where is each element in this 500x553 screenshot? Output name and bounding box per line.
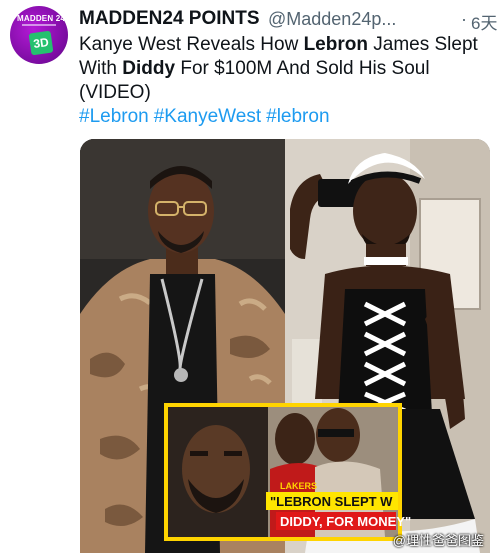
avatar-brand-underline [22,24,56,26]
jersey-text: LAKERS [280,481,317,491]
hashtag-link[interactable]: #KanyeWest [154,106,261,127]
user-handle[interactable]: @Madden24p... [268,9,396,30]
caption-line-2: DIDDY, FOR MONEY" [280,514,411,529]
tweet-text: Kanye West Reveals How Lebron James Slep… [79,33,489,105]
hashtag-link[interactable]: #lebron [266,106,329,127]
avatar-logo: 3D [28,30,54,56]
tweet-text-bold: Lebron [303,34,368,55]
tweet-media[interactable]: LAKERS "LEBRON SLEPT W DIDDY, FOR MONEY"… [80,139,490,553]
caption-line-1: "LEBRON SLEPT W [270,494,393,509]
tweet-text-part: Kanye West Reveals How [79,34,304,55]
video-thumbnail: LAKERS "LEBRON SLEPT W DIDDY, FOR MONEY" [164,403,411,541]
separator-dot: · [461,9,467,29]
timestamp[interactable]: 6天 [471,9,497,34]
watermark: @理性爸爸图鉴 [392,533,484,548]
avatar[interactable]: MADDEN 24 3D [10,6,68,64]
display-name[interactable]: MADDEN24 POINTS [79,8,260,30]
avatar-brand-text: MADDEN 24 [17,14,66,23]
tweet-header: MADDEN24 POINTS @Madden24p... · 6天 [79,6,499,34]
hashtag-link[interactable]: #Lebron [79,106,149,127]
tweet-card[interactable]: MADDEN 24 3D MADDEN24 POINTS @Madden24p.… [0,0,500,553]
media-composite-image: LAKERS "LEBRON SLEPT W DIDDY, FOR MONEY" [80,139,490,553]
tweet-text-bold: Diddy [122,58,176,79]
hashtag-list: #Lebron #KanyeWest #lebron [79,105,489,129]
